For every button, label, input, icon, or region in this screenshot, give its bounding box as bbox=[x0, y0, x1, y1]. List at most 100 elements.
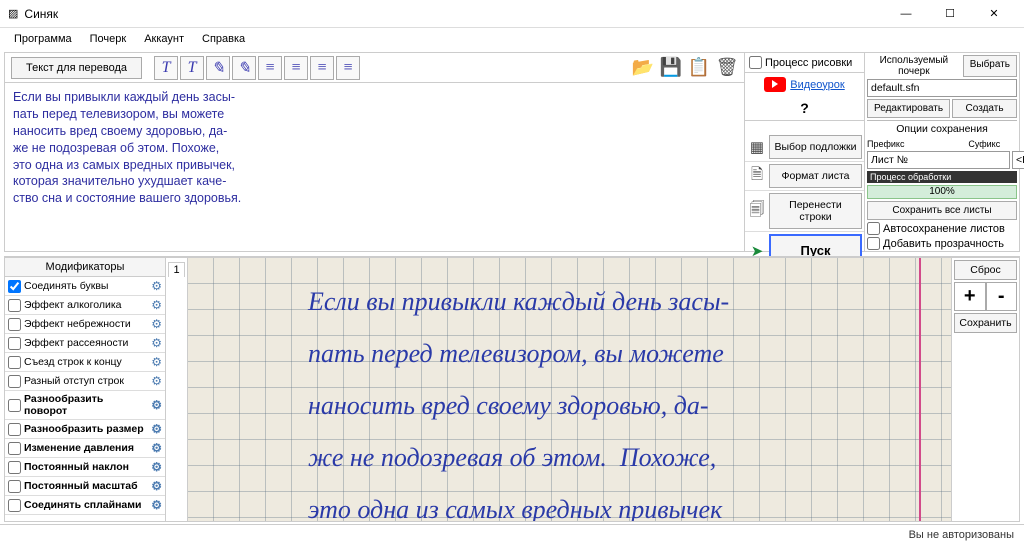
gear-icon[interactable]: ⚙ bbox=[151, 374, 162, 388]
save-all-button[interactable]: Сохранить все листы bbox=[867, 201, 1017, 220]
align1-icon[interactable]: ≡ bbox=[258, 56, 282, 80]
draw-process-checkbox[interactable] bbox=[749, 56, 762, 69]
transparency-checkbox[interactable] bbox=[867, 237, 880, 250]
wrap-lines-button[interactable]: Перенести строки bbox=[769, 193, 862, 229]
gear-icon[interactable]: ⚙ bbox=[151, 422, 162, 436]
edit-font-button[interactable]: Редактировать bbox=[867, 99, 950, 118]
modifier-label: Эффект небрежности bbox=[24, 318, 148, 330]
modifier-label: Разный отступ строк bbox=[24, 375, 148, 387]
preview-canvas[interactable]: Если вы привыкли каждый день засы- пать … bbox=[188, 257, 952, 522]
gear-icon[interactable]: ⚙ bbox=[151, 479, 162, 493]
modifier-label: Соединять буквы bbox=[24, 280, 148, 292]
bottom-panel: Модификаторы Соединять буквы⚙Эффект алко… bbox=[4, 256, 1020, 522]
save-canvas-button[interactable]: Сохранить bbox=[954, 313, 1017, 333]
pen1-icon[interactable]: ✎ bbox=[206, 56, 230, 80]
modifier-label: Постоянный наклон bbox=[24, 461, 148, 473]
page-tabs: 1 bbox=[166, 257, 188, 522]
save-icon[interactable]: 💾 bbox=[658, 55, 684, 81]
menu-help[interactable]: Справка bbox=[194, 31, 253, 47]
transparency-row[interactable]: Добавить прозрачность bbox=[867, 237, 1017, 250]
video-tutorial-link[interactable]: Видеоурок bbox=[790, 79, 844, 91]
number-input[interactable] bbox=[1012, 151, 1024, 169]
modifier-checkbox[interactable] bbox=[8, 442, 21, 455]
font-t1-icon[interactable]: T bbox=[154, 56, 178, 80]
modifiers-title: Модификаторы bbox=[5, 258, 165, 277]
prefix-input[interactable] bbox=[867, 151, 1010, 169]
progress-bar: 100% bbox=[867, 185, 1017, 199]
modifier-row: Разнообразить поворот⚙ bbox=[5, 391, 165, 420]
modifier-checkbox[interactable] bbox=[8, 337, 21, 350]
modifier-row: Съезд строк к концу⚙ bbox=[5, 353, 165, 372]
modifier-checkbox[interactable] bbox=[8, 280, 21, 293]
modifier-row: Соединять буквы⚙ bbox=[5, 277, 165, 296]
tab-page-1[interactable]: 1 bbox=[168, 262, 184, 277]
modifier-row: Постоянный наклон⚙ bbox=[5, 458, 165, 477]
top-panel: Текст для перевода T T ✎ ✎ ≡ ≡ ≡ ≡ 📂 💾 📋… bbox=[4, 52, 1020, 252]
modifier-row: Постоянный масштаб⚙ bbox=[5, 477, 165, 496]
align2-icon[interactable]: ≡ bbox=[284, 56, 308, 80]
translate-button[interactable]: Текст для перевода bbox=[11, 57, 142, 79]
trash-icon[interactable]: 🗑 bbox=[714, 55, 740, 81]
modifier-label: Соединять сплайнами bbox=[24, 499, 148, 511]
text-column: Текст для перевода T T ✎ ✎ ≡ ≡ ≡ ≡ 📂 💾 📋… bbox=[5, 53, 744, 251]
gear-icon[interactable]: ⚙ bbox=[151, 317, 162, 331]
menu-account[interactable]: Аккаунт bbox=[136, 31, 192, 47]
modifier-checkbox[interactable] bbox=[8, 399, 21, 412]
modifier-checkbox[interactable] bbox=[8, 299, 21, 312]
modifier-checkbox[interactable] bbox=[8, 318, 21, 331]
gear-icon[interactable]: ⚙ bbox=[151, 441, 162, 455]
align4-icon[interactable]: ≡ bbox=[336, 56, 360, 80]
modifier-label: Постоянный масштаб bbox=[24, 480, 148, 492]
menu-handwriting[interactable]: Почерк bbox=[82, 31, 135, 47]
create-font-button[interactable]: Создать bbox=[952, 99, 1017, 118]
sheet-icon: 🗎 bbox=[745, 163, 769, 189]
reset-button[interactable]: Сброс bbox=[954, 260, 1017, 280]
gear-icon[interactable]: ⚙ bbox=[151, 460, 162, 474]
modifier-row: Эффект рассеяности⚙ bbox=[5, 334, 165, 353]
align3-icon[interactable]: ≡ bbox=[310, 56, 334, 80]
gear-icon[interactable]: ⚙ bbox=[151, 279, 162, 293]
modifier-label: Эффект рассеяности bbox=[24, 337, 148, 349]
modifier-label: Съезд строк к концу bbox=[24, 356, 148, 368]
handwriting-text: Если вы привыкли каждый день засы- пать … bbox=[308, 276, 901, 522]
maximize-button[interactable]: ☐ bbox=[928, 0, 972, 28]
zoom-out-button[interactable]: - bbox=[986, 282, 1018, 311]
modifier-checkbox[interactable] bbox=[8, 499, 21, 512]
autosave-checkbox[interactable] bbox=[867, 222, 880, 235]
modifier-label: Изменение давления bbox=[24, 442, 148, 454]
modifier-row: Соединять сплайнами⚙ bbox=[5, 496, 165, 515]
gear-icon[interactable]: ⚙ bbox=[151, 498, 162, 512]
file-icons: 📂 💾 📋 🗑 bbox=[630, 55, 740, 81]
close-button[interactable]: ✕ bbox=[972, 0, 1016, 28]
gear-icon[interactable]: ⚙ bbox=[151, 398, 162, 412]
modifier-row: Эффект алкоголика⚙ bbox=[5, 296, 165, 315]
modifier-checkbox[interactable] bbox=[8, 356, 21, 369]
choose-font-button[interactable]: Выбрать bbox=[963, 55, 1017, 77]
help-button[interactable]: ? bbox=[745, 96, 864, 121]
sheet-format-button[interactable]: Формат листа bbox=[769, 164, 862, 188]
gear-icon[interactable]: ⚙ bbox=[151, 298, 162, 312]
gear-icon[interactable]: ⚙ bbox=[151, 336, 162, 350]
modifier-checkbox[interactable] bbox=[8, 375, 21, 388]
zoom-in-button[interactable]: + bbox=[954, 282, 986, 311]
font-name-input[interactable] bbox=[867, 79, 1017, 97]
gear-icon[interactable]: ⚙ bbox=[151, 355, 162, 369]
open-icon[interactable]: 📂 bbox=[630, 55, 656, 81]
autosave-row[interactable]: Автосохранение листов bbox=[867, 222, 1017, 235]
font-t2-icon[interactable]: T bbox=[180, 56, 204, 80]
save-options-title: Опции сохранения bbox=[867, 120, 1017, 137]
pen2-icon[interactable]: ✎ bbox=[232, 56, 256, 80]
clipboard-icon[interactable]: 📋 bbox=[686, 55, 712, 81]
status-bar: Вы не авторизованы bbox=[0, 524, 1024, 544]
modifier-checkbox[interactable] bbox=[8, 480, 21, 493]
minimize-button[interactable]: ― bbox=[884, 0, 928, 28]
used-font-label: Используемый почерк bbox=[867, 55, 961, 77]
choose-background-button[interactable]: Выбор подложки bbox=[769, 135, 862, 159]
modifier-checkbox[interactable] bbox=[8, 423, 21, 436]
modifier-checkbox[interactable] bbox=[8, 461, 21, 474]
source-text[interactable]: Если вы привыкли каждый день засы- пать … bbox=[5, 83, 744, 251]
menu-program[interactable]: Программа bbox=[6, 31, 80, 47]
youtube-icon bbox=[764, 77, 786, 92]
bg-icon: ▦ bbox=[745, 134, 769, 160]
draw-process-row: Процесс рисовки bbox=[745, 53, 864, 73]
